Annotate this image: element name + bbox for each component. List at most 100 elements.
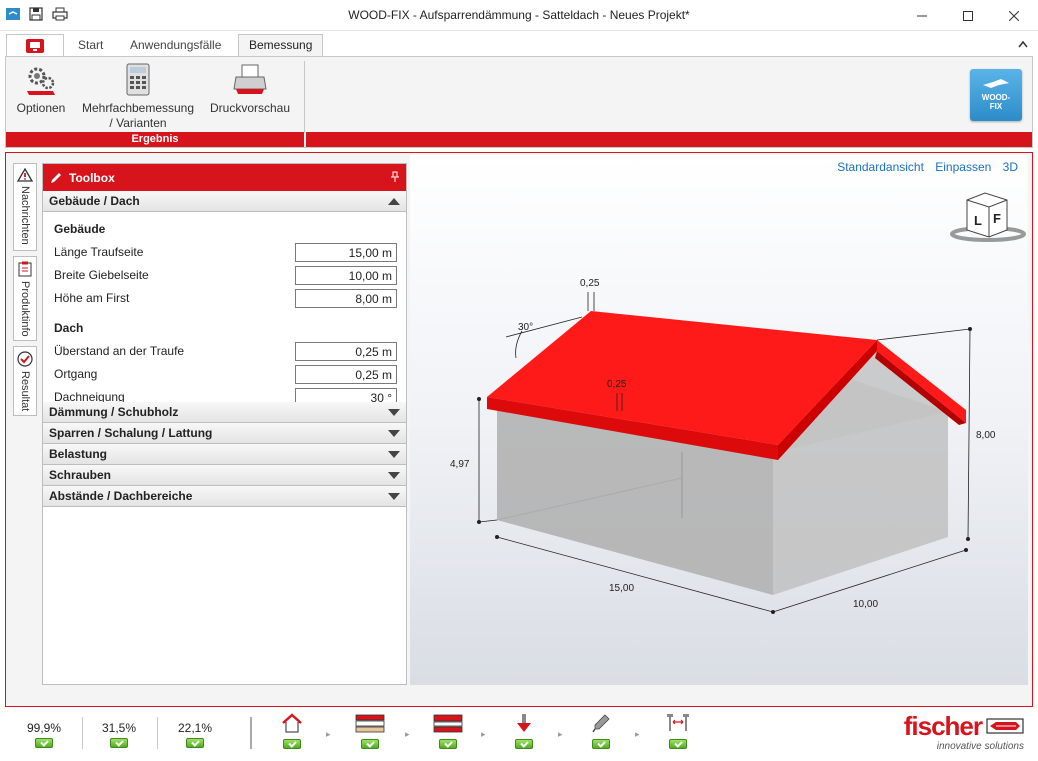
tab-bemessung[interactable]: Bemessung: [238, 34, 324, 57]
field-label: Länge Traufseite: [54, 245, 144, 259]
maximize-button[interactable]: [945, 0, 991, 31]
close-button[interactable]: [991, 0, 1037, 31]
status-value-3-text: 22,1%: [177, 721, 213, 735]
collapse-arrow-icon: [388, 198, 400, 205]
workflow-arrow-icon: ▸: [558, 729, 563, 739]
wood-fix-logo-line2: FIX: [989, 102, 1003, 111]
calculator-icon: [126, 63, 150, 96]
ortgang-input[interactable]: [295, 365, 397, 384]
mehrfachbemessung-button[interactable]: Mehrfachbemessung / Varianten: [78, 63, 198, 131]
mehrfachbemessung-label: Mehrfachbemessung / Varianten: [81, 101, 195, 130]
minimize-button[interactable]: [899, 0, 945, 31]
status-value-1: 99,9%: [24, 721, 64, 751]
field-hoehe-am-first: Höhe am First: [43, 287, 406, 310]
section-abstaende-dachbereiche[interactable]: Abstände / Dachbereiche: [43, 486, 406, 507]
expand-arrow-icon: [388, 493, 400, 500]
layers-icon: [355, 714, 385, 733]
field-laenge-traufseite: Länge Traufseite: [43, 241, 406, 264]
fischer-dowel-icon: [986, 718, 1024, 734]
house-model: L F 0,25 30° 0,25 4,97 8,00 15,00 10,00: [450, 192, 1026, 614]
expand-arrow-icon: [388, 409, 400, 416]
breite-giebelseite-input[interactable]: [295, 266, 397, 285]
hoehe-am-first-input[interactable]: [295, 289, 397, 308]
status-value-3: 22,1%: [175, 721, 215, 751]
section-label: Dämmung / Schubholz: [49, 405, 179, 419]
pin-icon[interactable]: [390, 171, 400, 183]
status-value-1-text: 99,9%: [26, 721, 62, 735]
workflow-step-house[interactable]: [276, 713, 308, 752]
section-schrauben[interactable]: Schrauben: [43, 465, 406, 486]
clipboard-icon: [18, 261, 32, 277]
spacing-icon: [667, 714, 689, 731]
dim-label-ortgang: 0,25: [580, 278, 600, 289]
check-icon: [283, 739, 301, 749]
field-label: Höhe am First: [54, 291, 130, 305]
ribbon-group-label: Ergebnis: [6, 132, 304, 147]
main-area: Nachrichten Produktinfo Resultat Toolbox: [5, 152, 1033, 707]
workflow-step-layers[interactable]: [354, 713, 386, 752]
workflow-step-spacing[interactable]: [662, 713, 694, 752]
close-icon: [1009, 10, 1019, 21]
workflow-step-load[interactable]: [508, 713, 540, 752]
field-breite-giebelseite: Breite Giebelseite: [43, 264, 406, 287]
expand-arrow-icon: [388, 430, 400, 437]
tab-start[interactable]: Start: [68, 35, 113, 57]
status-value-2: 31,5%: [99, 721, 139, 751]
workflow-step-screw[interactable]: [585, 713, 617, 752]
wood-fix-bird-icon: [983, 79, 1009, 88]
laenge-traufseite-input[interactable]: [295, 243, 397, 262]
fischer-logo: fischer innovative solutions: [904, 713, 1024, 752]
minimize-icon: [917, 15, 927, 16]
group-heading-gebaeude: Gebäude: [54, 222, 106, 236]
3d-view[interactable]: Standardansicht Einpassen 3D L F 0,25 30…: [410, 155, 1028, 685]
gear-icon: [27, 67, 55, 95]
status-bar: 99,9% 31,5% 22,1% ▸ ▸ ▸ ▸ ▸ fischer inno…: [0, 707, 1038, 761]
collapse-ribbon-icon[interactable]: [1018, 40, 1028, 48]
ueberstand-traufe-input[interactable]: [295, 342, 397, 361]
brand-name: fischer: [903, 711, 983, 741]
druckvorschau-button[interactable]: Druckvorschau: [208, 63, 292, 116]
field-label: Überstand an der Traufe: [54, 344, 185, 358]
title-bar: WOOD-FIX - Aufsparrendämmung - Satteldac…: [0, 0, 1038, 31]
ribbon: Optionen Mehrfachbemessung / Varianten D…: [5, 56, 1033, 148]
expand-arrow-icon: [388, 472, 400, 479]
check-icon: [35, 738, 53, 748]
toolbox-header: Toolbox: [43, 164, 406, 191]
workflow-arrow-icon: ▸: [481, 729, 486, 739]
section-label: Sparren / Schalung / Lattung: [49, 426, 213, 440]
status-value-2-text: 31,5%: [101, 721, 137, 735]
check-icon: [361, 739, 379, 749]
optionen-button[interactable]: Optionen: [12, 63, 70, 116]
section-sparren-schalung-lattung[interactable]: Sparren / Schalung / Lattung: [43, 423, 406, 444]
wood-fix-logo-line1: WOOD-: [981, 93, 1011, 102]
maximize-icon: [963, 10, 973, 21]
section-gebaeude-dach[interactable]: Gebäude / Dach: [43, 191, 406, 212]
workflow-arrow-icon: ▸: [635, 729, 640, 739]
screw-icon: [592, 714, 610, 733]
cube-face-f: F: [993, 211, 1001, 226]
tab-anwendungsfaelle[interactable]: Anwendungsfälle: [120, 35, 231, 57]
optionen-label: Optionen: [16, 101, 66, 115]
side-tab-produktinfo-label: Produktinfo: [19, 281, 31, 337]
expand-arrow-icon: [388, 451, 400, 458]
field-ortgang: Ortgang: [43, 363, 406, 386]
check-icon: [186, 738, 204, 748]
side-tab-produktinfo[interactable]: Produktinfo: [13, 256, 37, 341]
brand-tagline: innovative solutions: [936, 741, 1024, 752]
section-belastung[interactable]: Belastung: [43, 444, 406, 465]
field-ueberstand-traufe: Überstand an der Traufe: [43, 340, 406, 363]
workflow-step-roof-layer[interactable]: [432, 713, 464, 752]
section-label: Abstände / Dachbereiche: [49, 489, 193, 503]
roof-layer-icon: [433, 714, 463, 733]
house-icon: [282, 713, 302, 733]
side-tab-resultat[interactable]: Resultat: [13, 346, 37, 416]
section-daemmung-schubholz[interactable]: Dämmung / Schubholz: [43, 402, 406, 423]
view-cube[interactable]: L F: [950, 192, 1026, 242]
app-menu-tab[interactable]: [6, 34, 64, 57]
dim-label-angle: 30°: [518, 322, 533, 333]
side-tab-nachrichten[interactable]: Nachrichten: [13, 163, 37, 251]
check-icon: [669, 739, 687, 749]
app-menu-icon: [26, 39, 44, 53]
side-tab-nachrichten-label: Nachrichten: [19, 186, 31, 245]
load-arrow-icon: [517, 714, 531, 732]
